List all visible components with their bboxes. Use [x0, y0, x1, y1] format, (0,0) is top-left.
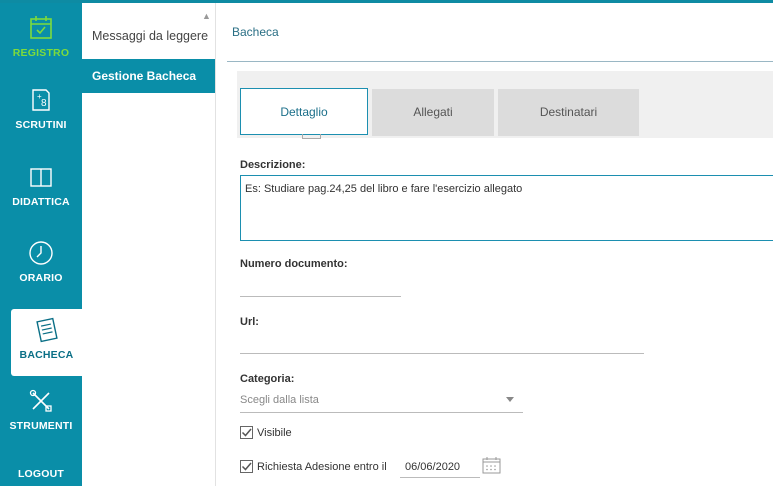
checkbox-checked-icon[interactable]: [240, 460, 253, 473]
categoria-select[interactable]: Scegli dalla lista: [240, 391, 523, 413]
nav-label: STRUMENTI: [9, 420, 73, 432]
main-content: Bacheca Dettaglio Allegati Destinatari D…: [217, 3, 773, 486]
grades-icon: + 8: [32, 89, 50, 111]
submenu: ▲ Messaggi da leggere Gestione Bacheca: [82, 3, 216, 486]
richiesta-adesione-checkbox[interactable]: Richiesta Adesione entro il: [240, 460, 387, 473]
breadcrumb: Bacheca: [232, 25, 279, 39]
chevron-down-icon[interactable]: [506, 397, 514, 402]
richiesta-adesione-label: Richiesta Adesione entro il: [257, 460, 387, 473]
tab-dettaglio[interactable]: Dettaglio: [240, 88, 368, 135]
tab-allegati[interactable]: Allegati: [372, 89, 494, 136]
nav-label: LOGOUT: [17, 468, 65, 480]
checkbox-checked-icon[interactable]: [240, 426, 253, 439]
adesione-date-input[interactable]: 06/06/2020: [400, 458, 480, 478]
numero-documento-label: Numero documento:: [240, 258, 348, 270]
nav-label: DIDATTICA: [12, 196, 70, 208]
nav-item-bacheca[interactable]: BACHECA: [11, 309, 82, 376]
main-nav-rail: REGISTRO + 8 SCRUTINI DIDATTICA ORARIO B…: [0, 3, 82, 486]
nav-item-strumenti[interactable]: STRUMENTI: [0, 386, 82, 458]
notes-icon: [35, 317, 58, 343]
tab-bar: Dettaglio Allegati Destinatari: [237, 71, 773, 138]
tools-icon: [29, 389, 52, 412]
visibile-checkbox[interactable]: Visibile: [240, 426, 292, 439]
book-icon: [30, 168, 52, 187]
clock-icon: [29, 241, 53, 265]
nav-item-registro[interactable]: REGISTRO: [0, 13, 82, 85]
visibile-label: Visibile: [257, 426, 292, 439]
svg-text:8: 8: [41, 98, 47, 109]
tab-destinatari[interactable]: Destinatari: [498, 89, 639, 136]
scroll-up-arrow-icon[interactable]: ▲: [202, 11, 212, 21]
nav-label: REGISTRO: [12, 47, 70, 59]
nav-item-logout[interactable]: LOGOUT: [0, 463, 82, 485]
calendar-icon[interactable]: [482, 456, 502, 474]
breadcrumb-divider: [227, 61, 773, 62]
calendar-check-icon: [30, 16, 52, 39]
submenu-item-gestione-bacheca[interactable]: Gestione Bacheca: [82, 59, 215, 93]
descrizione-textarea[interactable]: Es: Studiare pag.24,25 del libro e fare …: [240, 175, 773, 241]
nav-label: ORARIO: [19, 272, 63, 284]
numero-documento-input[interactable]: [240, 279, 401, 297]
descrizione-label: Descrizione:: [240, 159, 306, 171]
url-input[interactable]: [240, 336, 644, 354]
submenu-item-messaggi[interactable]: Messaggi da leggere: [82, 14, 215, 59]
url-label: Url:: [240, 316, 259, 328]
nav-label: BACHECA: [19, 349, 74, 361]
categoria-label: Categoria:: [240, 373, 295, 385]
resize-handle: [302, 134, 321, 139]
nav-label: SCRUTINI: [15, 119, 67, 131]
nav-item-scrutini[interactable]: + 8 SCRUTINI: [0, 85, 82, 157]
nav-item-orario[interactable]: ORARIO: [0, 238, 82, 310]
nav-item-didattica[interactable]: DIDATTICA: [0, 162, 82, 234]
